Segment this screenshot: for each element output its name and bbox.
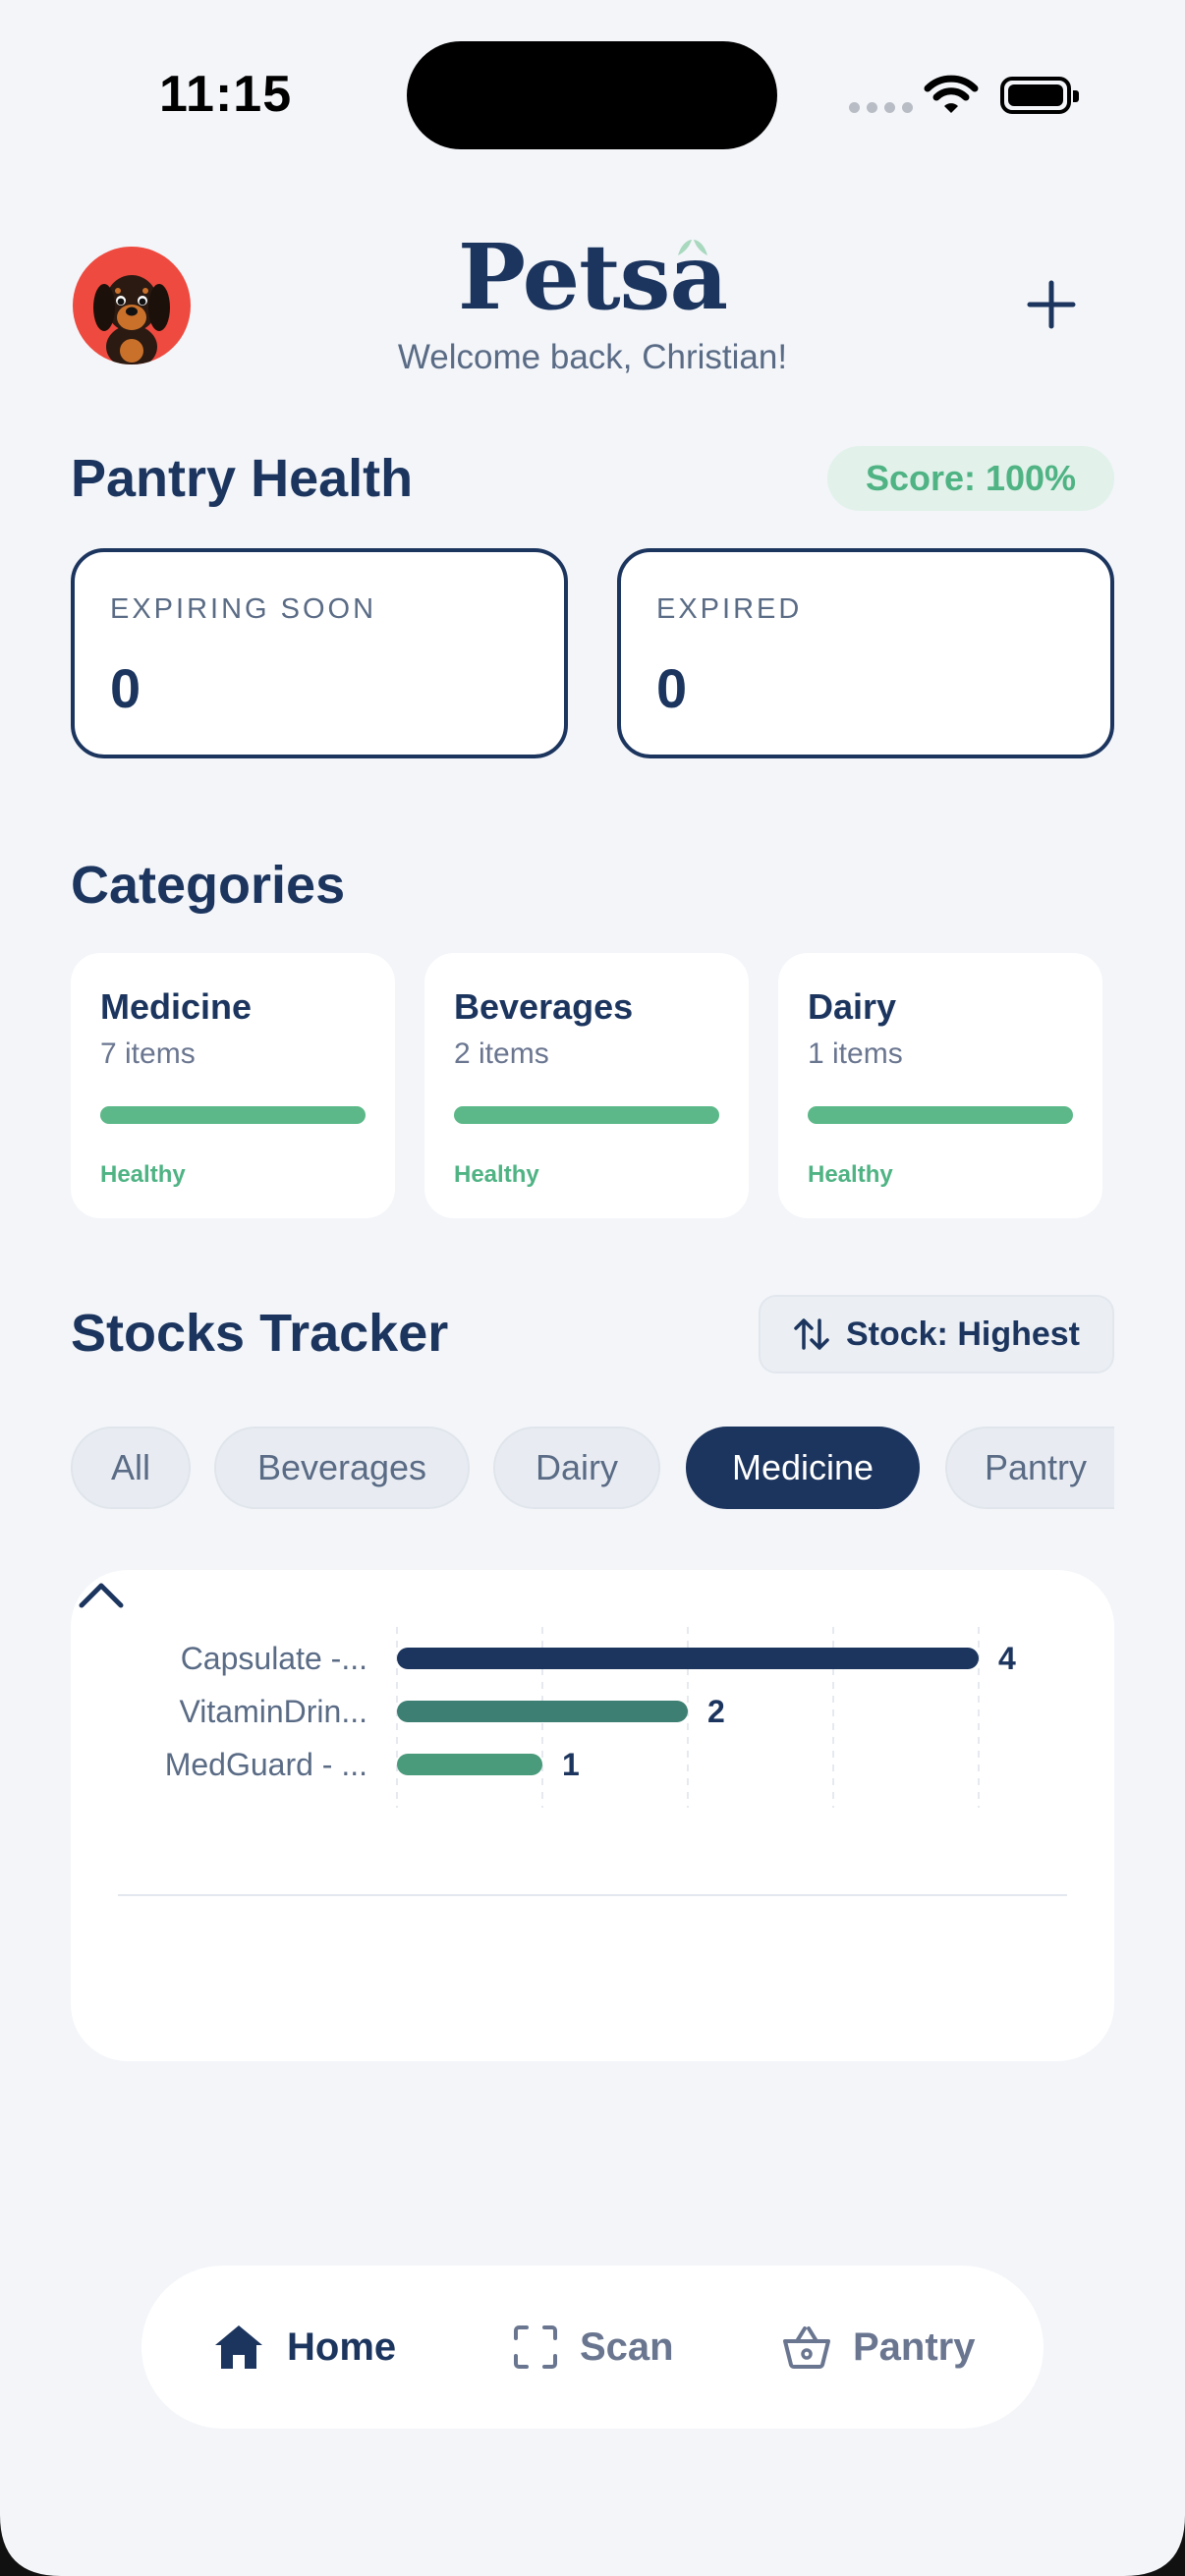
category-count: 7 items: [100, 1037, 196, 1070]
chart-bar[interactable]: [397, 1701, 688, 1722]
nav-pantry[interactable]: Pantry: [782, 2266, 976, 2429]
filter-pill-medicine[interactable]: Medicine: [686, 1427, 920, 1509]
dynamic-island: [407, 41, 777, 149]
nav-scan[interactable]: Scan: [513, 2266, 674, 2429]
sort-arrows-icon: [794, 1318, 829, 1350]
category-count: 1 items: [808, 1037, 903, 1070]
health-score-badge: Score: 100%: [827, 446, 1114, 511]
stat-value: 0: [110, 657, 141, 719]
stat-label: EXPIRING SOON: [110, 593, 377, 625]
nav-label: Scan: [580, 2324, 674, 2369]
sort-label: Stock: Highest: [845, 1315, 1081, 1353]
wifi-icon: [924, 75, 979, 113]
category-status: Healthy: [100, 1161, 186, 1188]
cellular-signal-icon: [849, 102, 913, 113]
nav-label: Home: [287, 2324, 397, 2369]
plus-icon[interactable]: [1022, 275, 1081, 334]
category-card-beverages[interactable]: Beverages 2 items Healthy: [424, 953, 749, 1218]
chart-divider: [118, 1894, 1067, 1896]
category-card-dairy[interactable]: Dairy 1 items Healthy: [778, 953, 1102, 1218]
category-count: 2 items: [454, 1037, 549, 1070]
screen-corner-mask: [0, 2515, 1185, 2576]
sort-button[interactable]: Stock: Highest: [759, 1295, 1114, 1373]
filter-pill-beverages[interactable]: Beverages: [214, 1427, 470, 1509]
chart-category-label: VitaminDrin...: [180, 1694, 367, 1729]
category-name: Medicine: [100, 986, 253, 1027]
stat-label: EXPIRED: [656, 593, 803, 625]
category-status: Healthy: [454, 1161, 539, 1188]
expired-card[interactable]: EXPIRED 0: [617, 548, 1114, 758]
welcome-message: Welcome back, Christian!: [397, 338, 788, 376]
stat-value: 0: [656, 657, 688, 719]
stocks-tracker-title: Stocks Tracker: [71, 1304, 449, 1363]
bottom-nav: Home Scan Pantry: [141, 2266, 1044, 2429]
filter-pill-all[interactable]: All: [71, 1427, 191, 1509]
filter-pill-pantry[interactable]: Pantry: [945, 1427, 1114, 1509]
chart-category-label: Capsulate -...: [181, 1641, 367, 1676]
battery-icon: [1000, 77, 1079, 114]
categories-title: Categories: [71, 856, 346, 915]
scan-icon: [514, 2325, 557, 2369]
app-logo: Petsa: [457, 224, 728, 330]
status-time: 11:15: [159, 66, 293, 123]
leaf-icon: [678, 240, 707, 255]
category-name: Beverages: [454, 986, 634, 1027]
chart-value-label: 4: [998, 1641, 1016, 1676]
category-health-bar: [100, 1106, 366, 1124]
chart-bar[interactable]: [397, 1648, 979, 1669]
chevron-up-icon[interactable]: [71, 1570, 132, 1621]
category-name: Dairy: [808, 986, 897, 1027]
expiring-soon-card[interactable]: EXPIRING SOON 0: [71, 548, 568, 758]
basket-icon: [783, 2326, 830, 2369]
chart-category-label: MedGuard - ...: [165, 1747, 367, 1782]
category-health-bar: [454, 1106, 719, 1124]
stock-chart-card: Capsulate -... 4 VitaminDrin... 2 MedGuard -…: [71, 1570, 1114, 2061]
nav-home[interactable]: Home: [212, 2266, 396, 2429]
chart-value-label: 2: [707, 1694, 725, 1729]
nav-label: Pantry: [853, 2324, 976, 2369]
category-health-bar: [808, 1106, 1073, 1124]
category-status: Healthy: [808, 1161, 893, 1188]
home-icon: [215, 2325, 262, 2369]
category-card-medicine[interactable]: Medicine 7 items Healthy: [71, 953, 395, 1218]
stock-bar-chart: Capsulate -... 4 VitaminDrin... 2 MedGuard -…: [165, 1627, 1016, 1808]
filter-pills: All Beverages Dairy Medicine Pantry: [71, 1427, 1114, 1509]
chart-bar[interactable]: [397, 1754, 542, 1775]
filter-pill-dairy[interactable]: Dairy: [493, 1427, 660, 1509]
chart-value-label: 1: [562, 1747, 580, 1782]
pantry-health-title: Pantry Health: [71, 449, 414, 508]
